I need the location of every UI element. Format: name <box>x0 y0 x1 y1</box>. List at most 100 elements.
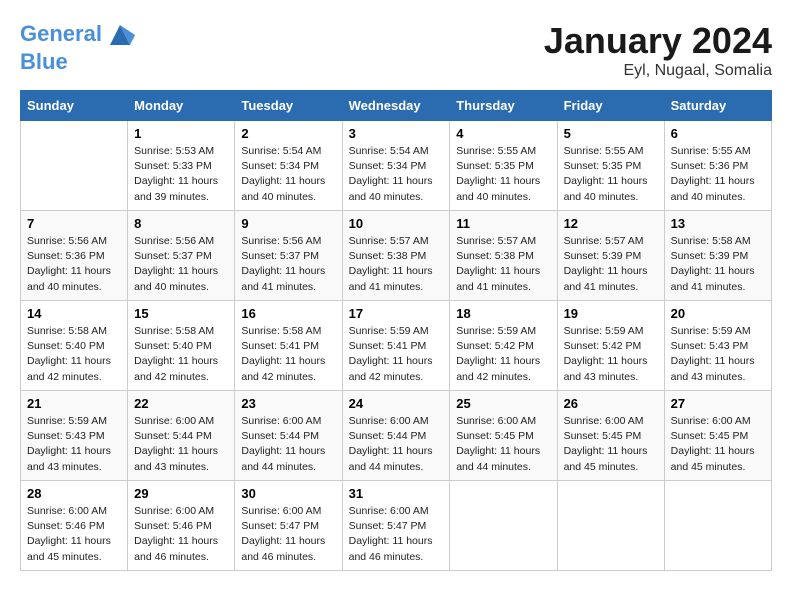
day-info: Sunrise: 6:00 AMSunset: 5:44 PMDaylight:… <box>241 414 335 475</box>
day-number: 22 <box>134 396 228 411</box>
day-info: Sunrise: 5:53 AMSunset: 5:33 PMDaylight:… <box>134 144 228 205</box>
day-number: 23 <box>241 396 335 411</box>
day-info: Sunrise: 5:54 AMSunset: 5:34 PMDaylight:… <box>349 144 444 205</box>
calendar-week-3: 14 Sunrise: 5:58 AMSunset: 5:40 PMDayligh… <box>21 301 772 391</box>
weekday-header-tuesday: Tuesday <box>235 91 342 121</box>
day-info: Sunrise: 5:59 AMSunset: 5:43 PMDaylight:… <box>671 324 765 385</box>
day-info: Sunrise: 6:00 AMSunset: 5:44 PMDaylight:… <box>349 414 444 475</box>
weekday-header-monday: Monday <box>128 91 235 121</box>
day-number: 4 <box>456 126 550 141</box>
day-info: Sunrise: 6:00 AMSunset: 5:46 PMDaylight:… <box>134 504 228 565</box>
calendar-cell: 27 Sunrise: 6:00 AMSunset: 5:45 PMDayligh… <box>664 391 771 481</box>
day-info: Sunrise: 5:55 AMSunset: 5:35 PMDaylight:… <box>456 144 550 205</box>
day-info: Sunrise: 6:00 AMSunset: 5:47 PMDaylight:… <box>241 504 335 565</box>
calendar-cell: 5 Sunrise: 5:55 AMSunset: 5:35 PMDaylight… <box>557 121 664 211</box>
day-info: Sunrise: 5:58 AMSunset: 5:39 PMDaylight:… <box>671 234 765 295</box>
logo: GeneralBlue <box>20 20 135 74</box>
day-number: 5 <box>564 126 658 141</box>
calendar-cell: 12Sunrise: 5:57 AMSunset: 5:39 PMDayligh… <box>557 211 664 301</box>
weekday-header-wednesday: Wednesday <box>342 91 450 121</box>
calendar-cell: 1 Sunrise: 5:53 AMSunset: 5:33 PMDaylight… <box>128 121 235 211</box>
day-number: 30 <box>241 486 335 501</box>
day-number: 31 <box>349 486 444 501</box>
calendar-cell: 21Sunrise: 5:59 AMSunset: 5:43 PMDayligh… <box>21 391 128 481</box>
calendar-cell: 22 Sunrise: 6:00 AMSunset: 5:44 PMDayligh… <box>128 391 235 481</box>
day-number: 11 <box>456 216 550 231</box>
day-info: Sunrise: 5:59 AMSunset: 5:42 PMDaylight:… <box>456 324 550 385</box>
day-number: 2 <box>241 126 335 141</box>
calendar-cell: 25 Sunrise: 6:00 AMSunset: 5:45 PMDayligh… <box>450 391 557 481</box>
day-info: Sunrise: 5:54 AMSunset: 5:34 PMDaylight:… <box>241 144 335 205</box>
calendar-week-5: 28 Sunrise: 6:00 AMSunset: 5:46 PMDayligh… <box>21 481 772 571</box>
day-number: 15 <box>134 306 228 321</box>
day-info: Sunrise: 6:00 AMSunset: 5:45 PMDaylight:… <box>671 414 765 475</box>
page-header: GeneralBlue January 2024 Eyl, Nugaal, So… <box>20 20 772 80</box>
day-number: 26 <box>564 396 658 411</box>
calendar-table: SundayMondayTuesdayWednesdayThursdayFrid… <box>20 90 772 571</box>
day-info: Sunrise: 5:58 AMSunset: 5:40 PMDaylight:… <box>134 324 228 385</box>
calendar-cell: 13 Sunrise: 5:58 AMSunset: 5:39 PMDayligh… <box>664 211 771 301</box>
calendar-cell <box>450 481 557 571</box>
calendar-cell: 4 Sunrise: 5:55 AMSunset: 5:35 PMDaylight… <box>450 121 557 211</box>
logo-text: GeneralBlue <box>20 20 135 74</box>
day-number: 25 <box>456 396 550 411</box>
calendar-cell <box>557 481 664 571</box>
day-number: 19 <box>564 306 658 321</box>
calendar-cell: 20Sunrise: 5:59 AMSunset: 5:43 PMDayligh… <box>664 301 771 391</box>
calendar-cell: 16 Sunrise: 5:58 AMSunset: 5:41 PMDayligh… <box>235 301 342 391</box>
calendar-cell <box>664 481 771 571</box>
calendar-cell: 15 Sunrise: 5:58 AMSunset: 5:40 PMDayligh… <box>128 301 235 391</box>
weekday-header-saturday: Saturday <box>664 91 771 121</box>
calendar-cell: 17 Sunrise: 5:59 AMSunset: 5:41 PMDayligh… <box>342 301 450 391</box>
calendar-week-4: 21Sunrise: 5:59 AMSunset: 5:43 PMDayligh… <box>21 391 772 481</box>
day-number: 8 <box>134 216 228 231</box>
day-number: 3 <box>349 126 444 141</box>
day-info: Sunrise: 5:59 AMSunset: 5:41 PMDaylight:… <box>349 324 444 385</box>
day-number: 18 <box>456 306 550 321</box>
day-number: 14 <box>27 306 121 321</box>
calendar-cell: 2 Sunrise: 5:54 AMSunset: 5:34 PMDaylight… <box>235 121 342 211</box>
calendar-cell: 8Sunrise: 5:56 AMSunset: 5:37 PMDaylight… <box>128 211 235 301</box>
calendar-cell: 10 Sunrise: 5:57 AMSunset: 5:38 PMDayligh… <box>342 211 450 301</box>
calendar-week-1: 1 Sunrise: 5:53 AMSunset: 5:33 PMDaylight… <box>21 121 772 211</box>
calendar-cell: 31 Sunrise: 6:00 AMSunset: 5:47 PMDayligh… <box>342 481 450 571</box>
day-info: Sunrise: 6:00 AMSunset: 5:45 PMDaylight:… <box>564 414 658 475</box>
day-info: Sunrise: 5:58 AMSunset: 5:41 PMDaylight:… <box>241 324 335 385</box>
day-info: Sunrise: 6:00 AMSunset: 5:47 PMDaylight:… <box>349 504 444 565</box>
day-number: 16 <box>241 306 335 321</box>
calendar-cell: 19 Sunrise: 5:59 AMSunset: 5:42 PMDayligh… <box>557 301 664 391</box>
day-info: Sunrise: 5:58 AMSunset: 5:40 PMDaylight:… <box>27 324 121 385</box>
day-info: Sunrise: 5:59 AMSunset: 5:42 PMDaylight:… <box>564 324 658 385</box>
day-info: Sunrise: 5:55 AMSunset: 5:35 PMDaylight:… <box>564 144 658 205</box>
calendar-cell: 9Sunrise: 5:56 AMSunset: 5:37 PMDaylight… <box>235 211 342 301</box>
day-info: Sunrise: 6:00 AMSunset: 5:46 PMDaylight:… <box>27 504 121 565</box>
calendar-cell: 7Sunrise: 5:56 AMSunset: 5:36 PMDaylight… <box>21 211 128 301</box>
calendar-cell: 30 Sunrise: 6:00 AMSunset: 5:47 PMDayligh… <box>235 481 342 571</box>
calendar-cell <box>21 121 128 211</box>
month-title: January 2024 <box>544 20 772 62</box>
day-info: Sunrise: 5:57 AMSunset: 5:38 PMDaylight:… <box>349 234 444 295</box>
calendar-cell: 11 Sunrise: 5:57 AMSunset: 5:38 PMDayligh… <box>450 211 557 301</box>
day-info: Sunrise: 5:56 AMSunset: 5:36 PMDaylight:… <box>27 234 121 295</box>
day-number: 17 <box>349 306 444 321</box>
day-number: 13 <box>671 216 765 231</box>
day-info: Sunrise: 6:00 AMSunset: 5:45 PMDaylight:… <box>456 414 550 475</box>
day-number: 10 <box>349 216 444 231</box>
location-subtitle: Eyl, Nugaal, Somalia <box>544 62 772 80</box>
weekday-header-sunday: Sunday <box>21 91 128 121</box>
day-number: 6 <box>671 126 765 141</box>
weekday-header-friday: Friday <box>557 91 664 121</box>
day-number: 28 <box>27 486 121 501</box>
day-info: Sunrise: 5:55 AMSunset: 5:36 PMDaylight:… <box>671 144 765 205</box>
day-info: Sunrise: 6:00 AMSunset: 5:44 PMDaylight:… <box>134 414 228 475</box>
calendar-cell: 29Sunrise: 6:00 AMSunset: 5:46 PMDayligh… <box>128 481 235 571</box>
calendar-cell: 24Sunrise: 6:00 AMSunset: 5:44 PMDayligh… <box>342 391 450 481</box>
day-number: 21 <box>27 396 121 411</box>
day-info: Sunrise: 5:57 AMSunset: 5:38 PMDaylight:… <box>456 234 550 295</box>
day-number: 1 <box>134 126 228 141</box>
calendar-cell: 6 Sunrise: 5:55 AMSunset: 5:36 PMDaylight… <box>664 121 771 211</box>
day-info: Sunrise: 5:56 AMSunset: 5:37 PMDaylight:… <box>241 234 335 295</box>
calendar-cell: 18 Sunrise: 5:59 AMSunset: 5:42 PMDayligh… <box>450 301 557 391</box>
calendar-cell: 28 Sunrise: 6:00 AMSunset: 5:46 PMDayligh… <box>21 481 128 571</box>
day-number: 27 <box>671 396 765 411</box>
